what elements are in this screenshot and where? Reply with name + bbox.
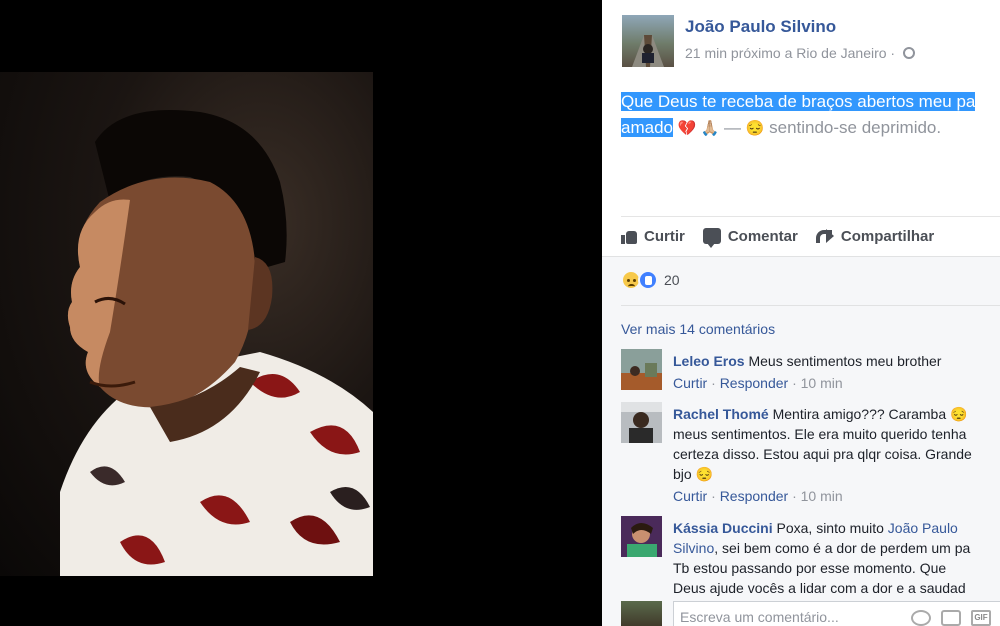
comment-text: , sei bem como é a dor de perdem um pa xyxy=(714,540,971,556)
emoji-icon[interactable] xyxy=(911,610,931,626)
comment-text: Tb estou passando por esse momento. Que xyxy=(673,560,947,576)
comment-footer: Curtir · Responder · 10 min xyxy=(673,486,1000,506)
comment-text: certeza disso. Estou aqui pra qlqr coisa… xyxy=(673,446,972,462)
commenter-avatar[interactable] xyxy=(621,349,662,390)
post-actions: Curtir Comentar Compartilhar xyxy=(621,225,935,248)
comment-text: meus sentimentos. Ele era muito querido … xyxy=(673,426,967,442)
camera-icon[interactable] xyxy=(941,610,961,626)
divider xyxy=(621,305,1000,306)
comment-text: Deus ajude vocês a lidar com a dor e a s… xyxy=(673,580,966,596)
post-text-highlight: amado xyxy=(621,118,673,137)
portrait-image xyxy=(60,110,373,576)
mentioned-user-link[interactable]: Silvino xyxy=(673,540,714,556)
post-photo[interactable] xyxy=(0,72,373,576)
share-button[interactable]: Compartilhar xyxy=(815,227,935,245)
separator: · xyxy=(707,488,720,504)
post-text: Que Deus te receba de braços abertos meu… xyxy=(621,89,1000,142)
thumbs-up-icon xyxy=(621,229,637,244)
photo-viewer xyxy=(0,0,602,626)
globe-icon xyxy=(903,47,915,59)
comment-text: Mentira amigo??? Caramba 😔 xyxy=(768,406,968,422)
comment-like-link[interactable]: Curtir xyxy=(673,488,707,504)
feeling-text: sentindo-se deprimido. xyxy=(764,118,942,137)
commenter-avatar[interactable] xyxy=(621,516,662,557)
current-user-avatar xyxy=(621,601,662,626)
comment-footer: Curtir · Responder · 10 min xyxy=(673,373,1000,393)
post-text-line1: Que Deus te receba de braços abertos meu… xyxy=(621,92,976,111)
commenter-name[interactable]: Leleo Eros xyxy=(673,353,745,369)
post-dash: — xyxy=(719,118,746,137)
comment-text: Poxa, sinto muito xyxy=(772,520,888,536)
comment-text: bjo 😔 xyxy=(673,466,714,482)
post-panel: João Paulo Silvino 21 min próximo a Rio … xyxy=(602,0,1000,626)
gif-icon[interactable]: GIF xyxy=(971,610,991,626)
commenter-name[interactable]: Kássia Duccini xyxy=(673,520,773,536)
mentioned-user-link[interactable]: João Paulo xyxy=(888,520,958,536)
comment-time[interactable]: · 10 min xyxy=(788,488,843,504)
post-time-location[interactable]: 21 min próximo a Rio de Janeiro · xyxy=(685,45,895,61)
commenter-avatar[interactable] xyxy=(621,402,662,443)
reaction-count: 20 xyxy=(664,272,680,288)
comment-input-icons: GIF xyxy=(911,610,991,626)
comment-icon xyxy=(702,228,721,248)
comment-text: Meus sentimentos meu brother xyxy=(744,353,942,369)
comments-section: 20 Ver mais 14 comentários Leleo Eros Me… xyxy=(602,256,1000,626)
author-avatar[interactable] xyxy=(622,15,674,67)
share-icon xyxy=(815,229,834,243)
feeling-emoji: 😔 xyxy=(745,120,765,137)
share-label: Compartilhar xyxy=(840,227,935,245)
post-emoji: 💔 🙏🏼 xyxy=(677,120,720,137)
divider xyxy=(621,216,1000,217)
like-button[interactable]: Curtir xyxy=(621,228,685,245)
comment-button[interactable]: Comentar xyxy=(702,227,798,248)
author-name[interactable]: João Paulo Silvino xyxy=(685,17,836,37)
comment-like-link[interactable]: Curtir xyxy=(673,375,707,391)
like-reaction-icon xyxy=(638,270,658,290)
like-label: Curtir xyxy=(644,227,685,245)
post-meta: 21 min próximo a Rio de Janeiro · xyxy=(685,45,915,61)
comment-time[interactable]: · 10 min xyxy=(788,375,843,391)
comment-label: Comentar xyxy=(727,227,798,245)
commenter-name[interactable]: Rachel Thomé xyxy=(673,406,769,422)
comment-reply-link[interactable]: Responder xyxy=(720,488,789,504)
write-comment-box: Escreva um comentário... GIF xyxy=(621,601,1000,626)
view-more-comments-link[interactable]: Ver mais 14 comentários xyxy=(621,321,775,337)
comment-reply-link[interactable]: Responder xyxy=(720,375,789,391)
separator: · xyxy=(707,375,720,391)
reactions-summary[interactable]: 20 xyxy=(621,270,680,290)
